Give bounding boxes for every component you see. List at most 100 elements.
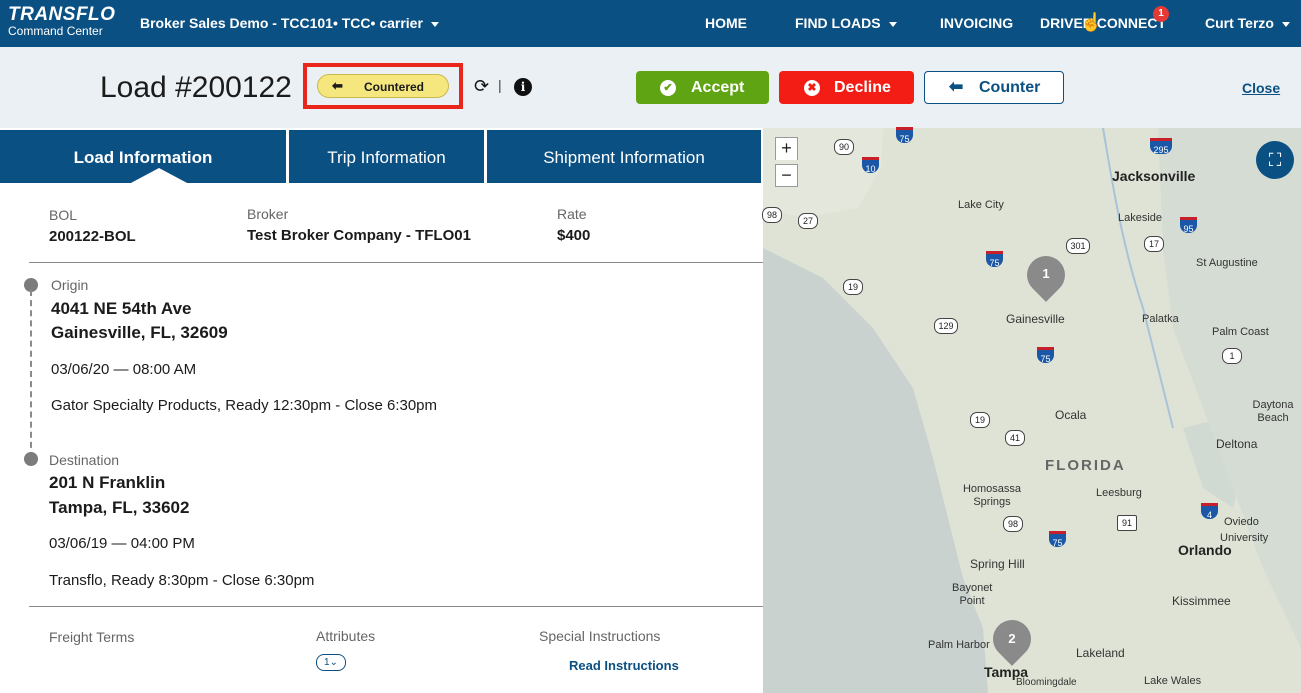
map-city: Gainesville [1006, 312, 1065, 326]
decline-label: Decline [834, 79, 891, 96]
chevron-down-icon [430, 21, 439, 27]
route-shield: 91 [1117, 515, 1137, 531]
refresh-icon[interactable]: ⟳ [474, 76, 489, 97]
user-menu[interactable]: Curt Terzo [1205, 15, 1290, 31]
counter-button[interactable]: ⬅ Counter [924, 71, 1064, 104]
map-city: Daytona Beach [1252, 399, 1294, 424]
origin-address-line2: Gainesville, FL, 32609 [51, 323, 228, 342]
map-city: Lakeland [1076, 646, 1125, 660]
counter-label: Counter [979, 79, 1041, 96]
divider [29, 606, 763, 607]
freight-terms-label: Freight Terms [49, 629, 135, 645]
destination-note: Transflo, Ready 8:30pm - Close 6:30pm [49, 572, 315, 589]
info-icon[interactable]: i [514, 78, 532, 96]
special-instructions-label: Special Instructions [539, 628, 661, 644]
top-nav: TRANSFLO Command Center Broker Sales Dem… [0, 0, 1301, 47]
chevron-down-icon: ⌄ [329, 657, 338, 668]
destination-label: Destination [49, 452, 120, 468]
chevron-down-icon [1281, 21, 1290, 27]
broker-value: Test Broker Company - TFLO01 [247, 227, 471, 244]
origin-address-line1: 4041 NE 54th Ave [51, 299, 192, 318]
map-city: Palm Coast [1212, 326, 1269, 338]
destination-address-line2: Tampa, FL, 33602 [49, 498, 190, 517]
chevron-down-icon [888, 21, 897, 27]
map-city: Spring Hill [970, 557, 1025, 571]
accept-button[interactable]: ✔ Accept [636, 71, 769, 104]
load-title: Load #200122 [100, 71, 292, 104]
map-city: Lake City [958, 199, 1004, 211]
status-highlight: ⬅ Countered [303, 63, 463, 109]
map-state-label: FLORIDA [1045, 457, 1126, 474]
close-link[interactable]: Close [1242, 80, 1280, 96]
nav-invoicing[interactable]: INVOICING [940, 15, 1013, 31]
map-terrain [763, 128, 1301, 693]
reply-arrow-icon: ⬅ [949, 77, 964, 96]
transflo-logo[interactable]: TRANSFLO Command Center [8, 5, 115, 37]
zoom-out-button[interactable]: − [775, 164, 798, 187]
map-city: Bloomingdale [1016, 677, 1077, 688]
map-city: Homosassa Springs [962, 483, 1022, 508]
tab-shipment-information[interactable]: Shipment Information [487, 130, 761, 183]
interstate-shield: 75 [896, 127, 913, 144]
bol-value: 200122-BOL [49, 228, 136, 245]
route-shield: 98 [762, 207, 782, 223]
map-city: Leesburg [1096, 487, 1142, 499]
attributes-dropdown[interactable]: 1⌄ [316, 654, 346, 671]
route-shield: 301 [1066, 238, 1090, 254]
fullscreen-icon[interactable]: ⛶ [1256, 141, 1294, 179]
status-label: Countered [364, 80, 424, 94]
map-city: Palm Harbor [928, 639, 990, 651]
map-city: Oviedo [1224, 516, 1259, 528]
origin-datetime: 03/06/20 — 08:00 AM [51, 361, 197, 378]
nav-driver-connect[interactable]: DRIVER CONNECT [1040, 15, 1166, 31]
map-city: Lake Wales [1144, 675, 1202, 687]
destination-address-line1: 201 N Franklin [49, 473, 166, 492]
route-shield: 90 [834, 139, 854, 155]
rate-label: Rate [557, 206, 587, 222]
destination-pin-label: 2 [1008, 631, 1016, 646]
destination-datetime: 03/06/19 — 04:00 PM [49, 535, 195, 552]
route-shield: 19 [843, 279, 863, 295]
nav-home[interactable]: HOME [705, 15, 747, 31]
map-city: St Augustine [1196, 257, 1258, 269]
brand-subtitle: Command Center [8, 24, 103, 38]
read-instructions-link[interactable]: Read Instructions [569, 658, 679, 673]
origin-label: Origin [51, 277, 89, 293]
brand-name: TRANSFLO [8, 4, 116, 25]
notification-badge: 1 [1153, 6, 1169, 22]
map-city: Orlando [1178, 542, 1232, 558]
load-header: Load #200122 ⬅ Countered ⟳ | i ✔ Accept … [0, 47, 1301, 128]
route-shield: 17 [1144, 236, 1164, 252]
nav-find-loads[interactable]: FIND LOADS [795, 15, 897, 31]
origin-note: Gator Specialty Products, Ready 12:30pm … [51, 397, 438, 414]
map-city: Ocala [1055, 408, 1087, 422]
company-name: Broker Sales Demo - TCC101• TCC• carrier [140, 15, 423, 31]
user-name: Curt Terzo [1205, 15, 1274, 31]
active-tab-indicator [129, 168, 189, 184]
interstate-shield: 75 [1049, 531, 1066, 548]
route-shield: 41 [1005, 430, 1025, 446]
route-map[interactable] [763, 128, 1301, 693]
rate-value: $400 [557, 227, 591, 244]
interstate-shield: 75 [986, 251, 1003, 268]
interstate-shield: 4 [1201, 503, 1218, 520]
zoom-in-button[interactable]: + [775, 137, 798, 160]
divider: | [498, 77, 502, 93]
route-shield: 98 [1003, 516, 1023, 532]
decline-button[interactable]: ✖ Decline [779, 71, 914, 104]
map-city: Bayonet Point [952, 582, 993, 607]
hand-cursor-icon: ☝ [1080, 12, 1103, 32]
company-selector[interactable]: Broker Sales Demo - TCC101• TCC• carrier [140, 15, 439, 31]
interstate-shield: 10 [862, 157, 879, 174]
divider [29, 262, 763, 263]
check-circle-icon: ✔ [660, 78, 676, 96]
map-city: Palatka [1142, 313, 1179, 325]
x-circle-icon: ✖ [804, 78, 820, 96]
nav-find-loads-label: FIND LOADS [795, 15, 881, 31]
interstate-shield: 95 [1180, 217, 1197, 234]
status-badge: ⬅ Countered [317, 74, 449, 98]
map-city: Kissimmee [1172, 594, 1231, 608]
tab-trip-information[interactable]: Trip Information [289, 130, 484, 183]
map-city: Deltona [1216, 437, 1258, 451]
broker-label: Broker [247, 206, 289, 222]
